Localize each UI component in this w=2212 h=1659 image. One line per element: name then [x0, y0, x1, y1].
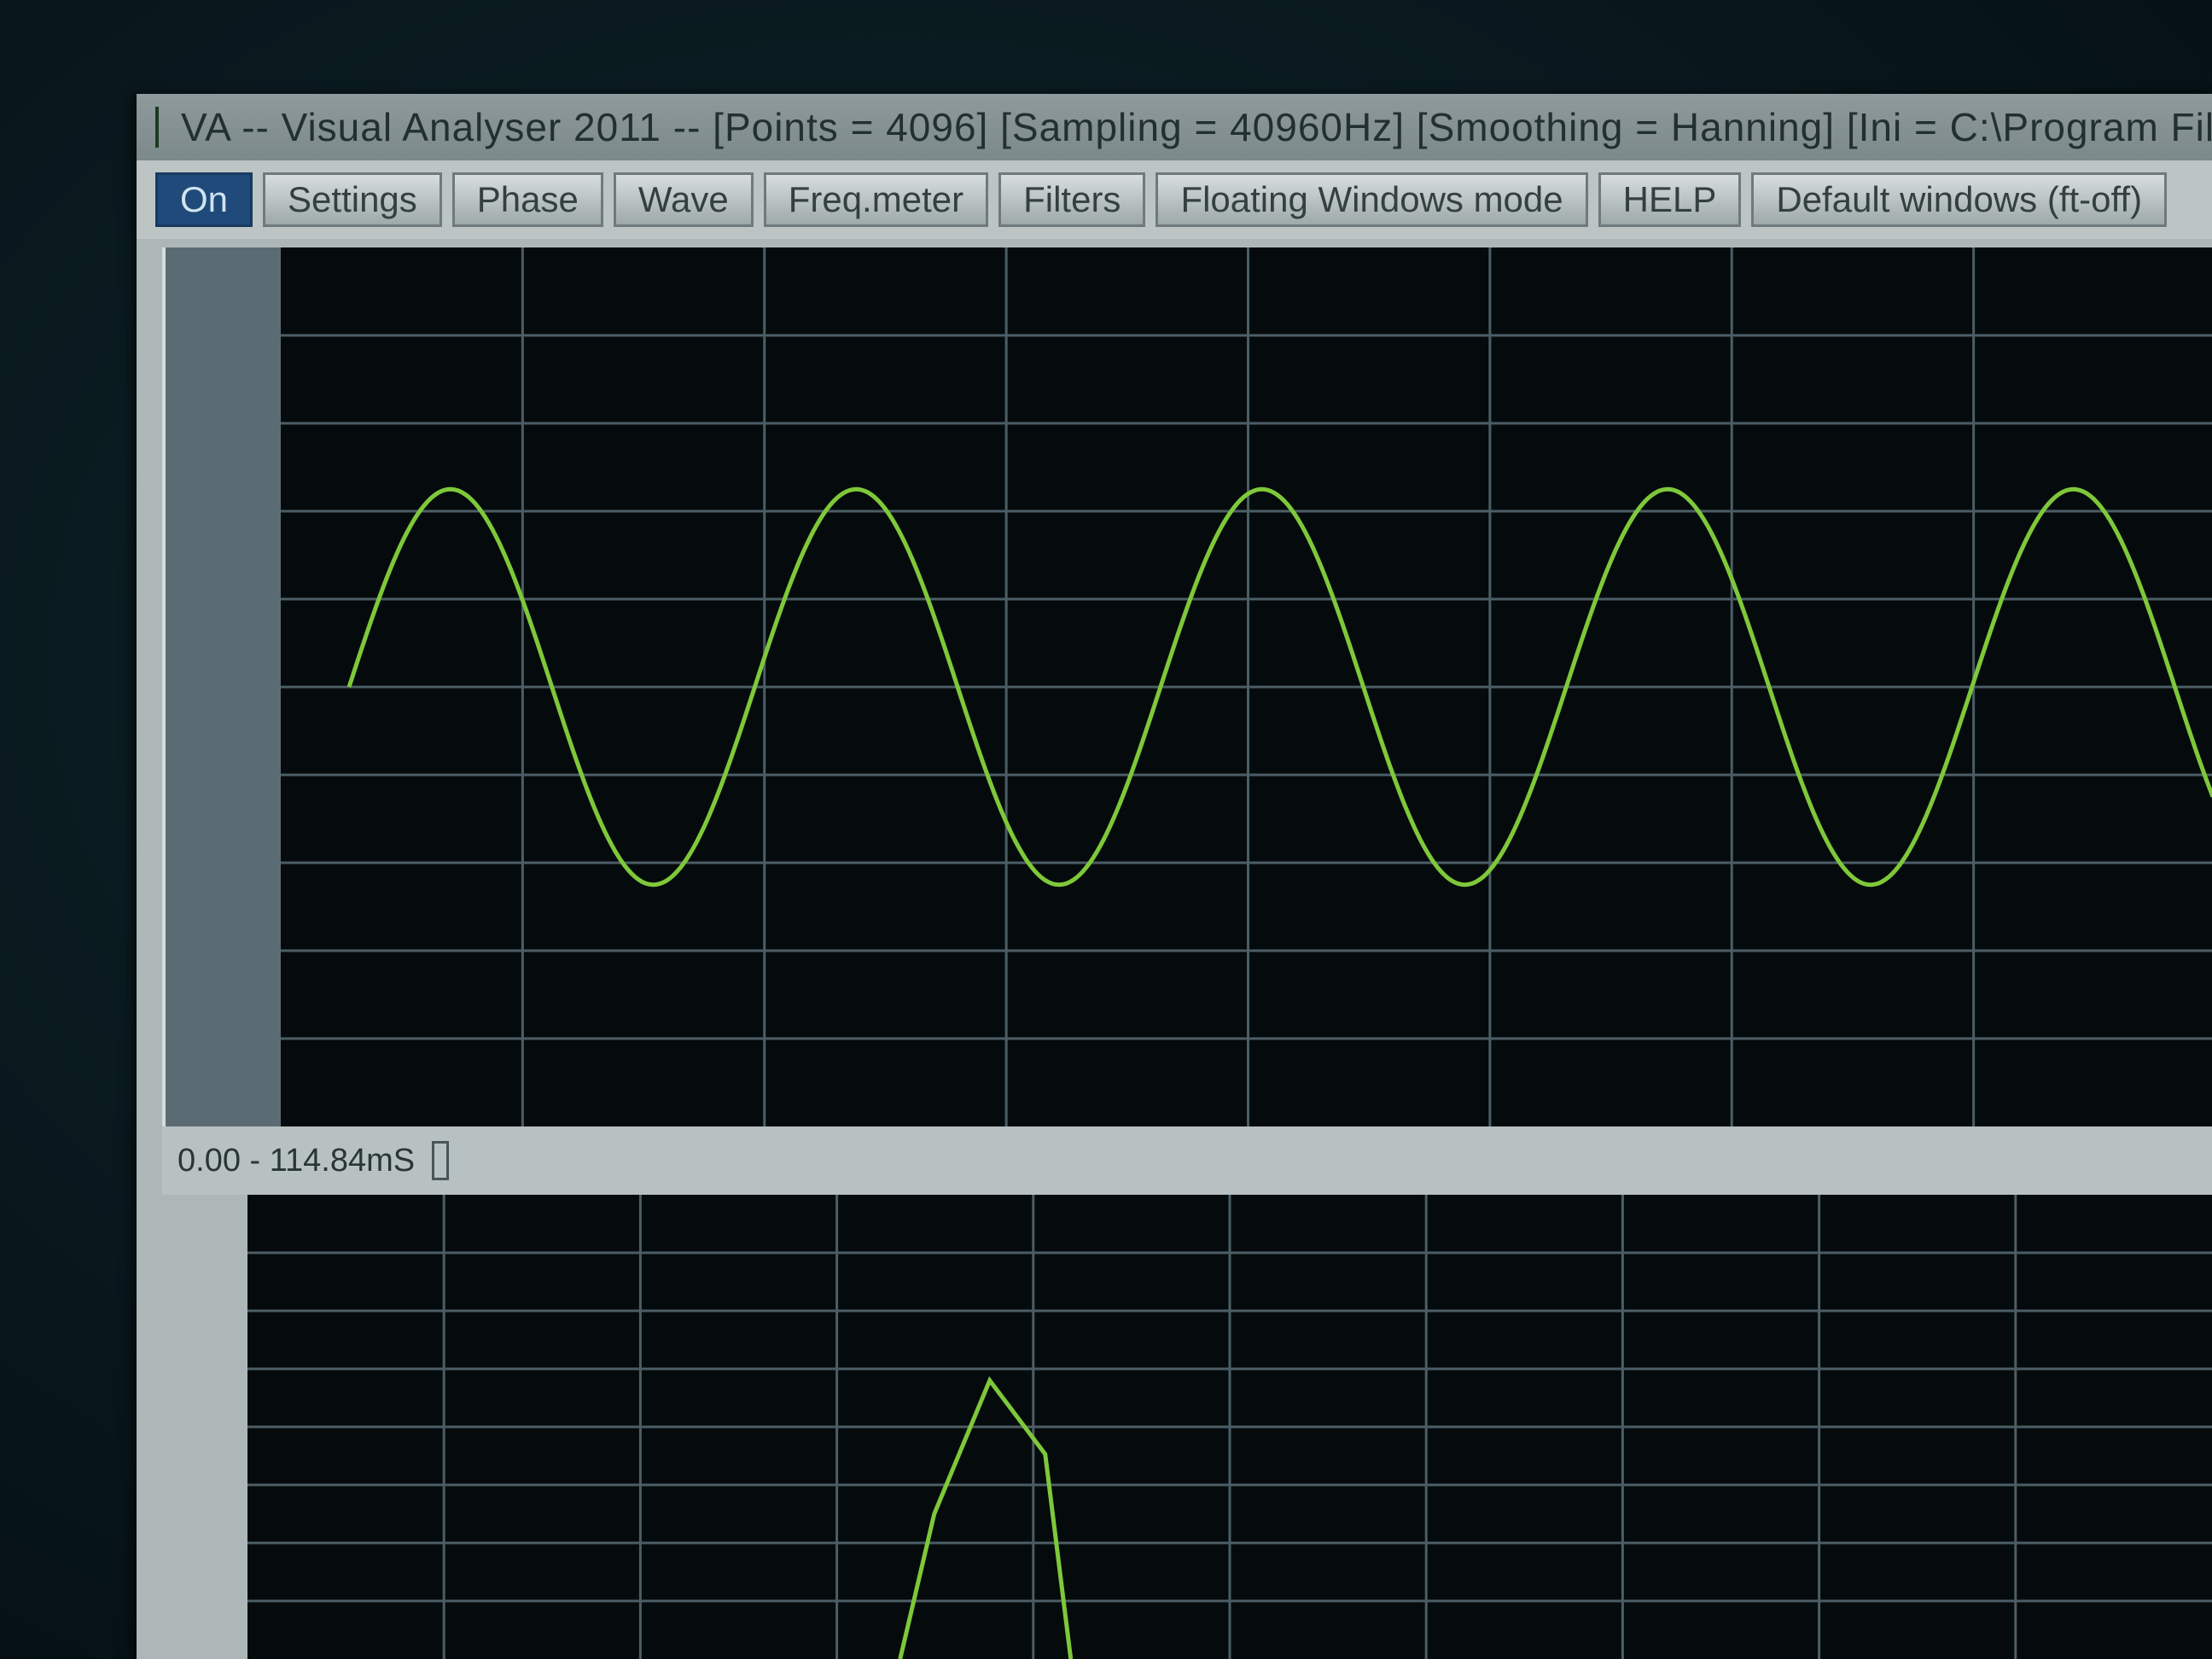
toolbar-button-filters[interactable]: Filters	[998, 172, 1146, 227]
toolbar-button-freq-meter[interactable]: Freq.meter	[763, 172, 989, 227]
toolbar-button-default-windows-ft-off[interactable]: Default windows (ft-off)	[1751, 172, 2168, 227]
range-marker-handle[interactable]	[432, 1141, 450, 1180]
toolbar: On Settings Phase Wave Freq.meter Filters Floa…	[137, 160, 2212, 239]
spectrum-chart	[247, 1195, 2212, 1659]
toolbar-button-floating-windows-mode[interactable]: Floating Windows mode	[1155, 172, 1588, 227]
window-title: VA -- Visual Analyser 2011 -- [Points = …	[181, 105, 2212, 149]
toolbar-button-help[interactable]: HELP	[1598, 172, 1742, 227]
oscilloscope-panel	[162, 247, 2212, 1126]
spectrum-panel	[247, 1195, 2212, 1659]
title-bar[interactable]: VA -- Visual Analyser 2011 -- [Points = …	[137, 94, 2212, 160]
oscilloscope-plot[interactable]	[281, 247, 2212, 1126]
monitor-screen: VA -- Visual Analyser 2011 -- [Points = …	[0, 0, 2212, 1659]
time-range-bar: 0.00 - 114.84mS	[162, 1126, 2212, 1195]
time-range-label: 0.00 - 114.84mS	[178, 1142, 416, 1179]
app-icon	[155, 107, 159, 148]
spectrum-peak-trace	[898, 1376, 1074, 1659]
visual-analyser-window: VA -- Visual Analyser 2011 -- [Points = …	[137, 94, 2212, 1659]
toolbar-button-settings[interactable]: Settings	[263, 172, 442, 227]
oscilloscope-chart	[281, 247, 2212, 1126]
y-axis-scale	[166, 247, 281, 1126]
spectrum-plot[interactable]	[247, 1195, 2212, 1659]
toolbar-button-phase[interactable]: Phase	[451, 172, 603, 227]
toolbar-button-wave[interactable]: Wave	[613, 172, 754, 227]
toolbar-button-on[interactable]: On	[155, 172, 253, 227]
